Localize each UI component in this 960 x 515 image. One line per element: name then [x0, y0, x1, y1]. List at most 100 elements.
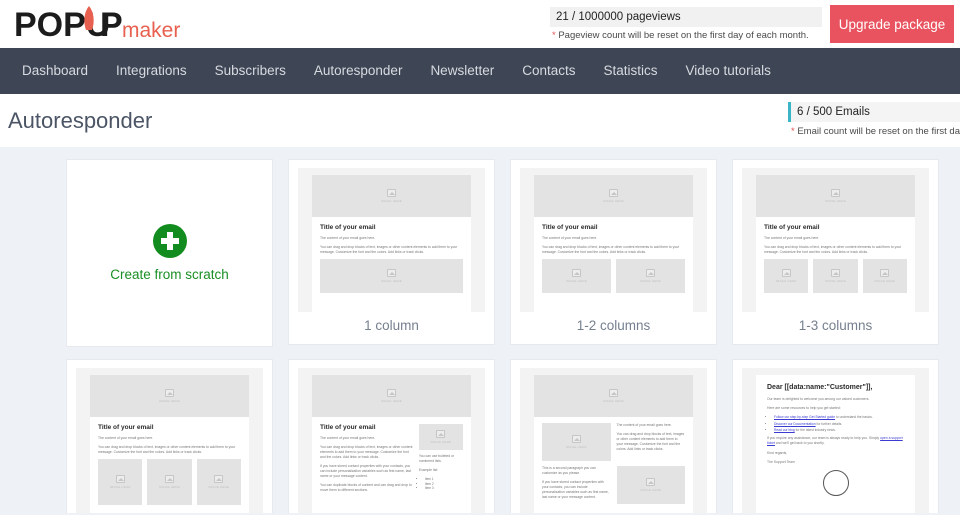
nav-item-statistics[interactable]: Statistics [590, 48, 672, 94]
image-placeholder: IMAGE HERE [862, 259, 907, 293]
thumb-frame: IMAGE HERE IMAGE HERE The content of you… [520, 368, 707, 513]
template-card-zigzag[interactable]: IMAGE HERE IMAGE HERE The content of you… [510, 359, 717, 513]
image-placeholder-label: IMAGE HERE [775, 279, 797, 283]
image-icon [165, 389, 174, 397]
template-card-one-two-columns[interactable]: IMAGE HERE Title of your email The conte… [510, 159, 717, 345]
popupmaker-logo[interactable]: POPU P maker [14, 0, 194, 48]
image-placeholder-label: IMAGE HERE [565, 445, 587, 449]
template-card-one-column[interactable]: IMAGE HERE Title of your email The conte… [288, 159, 495, 345]
email-count: 6 / 500 Emails [788, 102, 960, 122]
image-placeholder-label: IMAGE HERE [603, 199, 624, 203]
letter-greeting: Dear [[data:name:"Customer"]], [767, 384, 873, 391]
create-from-scratch-card[interactable]: Create from scratch [66, 159, 273, 347]
image-icon [781, 269, 791, 277]
image-placeholder: IMAGE HERE [320, 259, 463, 293]
image-placeholder-label: IMAGE HERE [109, 485, 131, 489]
pageview-note: * Pageview count will be reset on the fi… [550, 30, 822, 41]
letter-resource-list: Follow our step-by-step Get Started guid… [767, 415, 904, 433]
image-icon [646, 269, 655, 277]
thumb-frame: IMAGE HERE Title of your email The conte… [298, 168, 485, 312]
thumb-body: Title of your email The content of your … [90, 417, 249, 505]
zigzag-row: IMAGE HERE The content of your email goe… [542, 423, 685, 461]
template-thumbnail-sidebar-list: IMAGE HERE Title of your email The conte… [289, 360, 494, 513]
thumb-columns: IMAGE HERE IMAGE HERE IMAGE HERE [98, 459, 241, 505]
template-email-title: Title of your email [98, 424, 154, 431]
svg-text:maker: maker [122, 19, 180, 42]
pageview-count: 21 / 1000000 pageviews [550, 7, 822, 27]
image-placeholder-label: IMAGE HERE [640, 488, 662, 492]
main-navigation: Dashboard Integrations Subscribers Autor… [0, 48, 960, 94]
template-gallery: Create from scratch IMAGE HERE Title of … [0, 147, 960, 513]
list-item-rest: to understand the basics. [835, 415, 873, 419]
list-item: Discover our Documentation for further d… [774, 422, 904, 427]
image-placeholder: IMAGE HERE [534, 375, 693, 417]
template-paragraph-1: The content of your email goes here. [542, 236, 598, 240]
template-card-one-three-columns[interactable]: IMAGE HERE Title of your email The conte… [732, 159, 939, 345]
template-email-title: Title of your email [542, 224, 598, 231]
letter-signoff: Kind regards, [767, 451, 788, 455]
documentation-link[interactable]: Discover our Documentation [774, 422, 816, 426]
svg-text:POPU: POPU [14, 6, 110, 44]
image-placeholder-label: IMAGE HERE [159, 485, 180, 489]
nav-item-subscribers[interactable]: Subscribers [201, 48, 300, 94]
list-item: Follow our step-by-step Get Started guid… [774, 415, 904, 420]
image-placeholder: IMAGE HERE [147, 459, 192, 505]
template-side-list: Item 1 Item 2 Item 3 [419, 477, 463, 491]
letter-body: Dear [[data:name:"Customer"]], Our team … [756, 375, 915, 496]
image-placeholder-label: IMAGE HERE [430, 440, 452, 444]
image-placeholder: IMAGE HERE [616, 259, 685, 293]
nav-item-autoresponder[interactable]: Autoresponder [300, 48, 417, 94]
image-placeholder: IMAGE HERE [542, 259, 611, 293]
template-card-one-three-columns-b[interactable]: IMAGE HERE Title of your email The conte… [66, 359, 273, 513]
template-paragraph-1: The content of your email goes here. [764, 236, 820, 240]
image-placeholder: IMAGE HERE [542, 423, 611, 461]
template-paragraph-1: The content of your email goes here. [98, 436, 154, 440]
create-from-scratch-inner: Create from scratch [67, 160, 272, 346]
nav-item-integrations[interactable]: Integrations [102, 48, 201, 94]
thumb-inner: IMAGE HERE Title of your email The conte… [312, 375, 471, 513]
letter-paragraph-1: Our team is delighted to welcome you amo… [767, 397, 870, 401]
template-card-sidebar-list[interactable]: IMAGE HERE Title of your email The conte… [288, 359, 495, 513]
image-placeholder-label: IMAGE HERE [640, 279, 661, 283]
image-icon [880, 269, 890, 277]
pageview-quota: 21 / 1000000 pageviews * Pageview count … [540, 0, 830, 48]
thumb-columns: IMAGE HERE IMAGE HERE IMAGE HERE [764, 259, 907, 293]
image-placeholder-label: IMAGE HERE [825, 279, 846, 283]
upgrade-package-button[interactable]: Upgrade package [830, 5, 954, 43]
image-icon [609, 389, 618, 397]
image-icon [436, 430, 446, 438]
nav-item-video-tutorials[interactable]: Video tutorials [672, 48, 785, 94]
template-thumbnail-one-two-columns: IMAGE HERE Title of your email The conte… [511, 160, 716, 312]
template-paragraph-2: You can drag and drop blocks of text, im… [320, 445, 413, 459]
image-icon [646, 478, 656, 486]
logo-svg: POPU P maker [14, 6, 180, 44]
nav-item-dashboard[interactable]: Dashboard [8, 48, 102, 94]
template-paragraph-1: The content of your email goes here. [320, 236, 376, 240]
image-placeholder: IMAGE HERE [616, 466, 685, 504]
image-placeholder-label: IMAGE HERE [381, 399, 402, 403]
image-icon [831, 189, 840, 197]
template-paragraph-1: The content of your email goes here. [320, 436, 376, 440]
template-card-welcome-letter[interactable]: Dear [[data:name:"Customer"]], Our team … [732, 359, 939, 513]
thumb-frame: IMAGE HERE Title of your email The conte… [520, 168, 707, 312]
template-paragraph-4: You can duplicate blocks of content and … [320, 483, 412, 492]
nav-item-newsletter[interactable]: Newsletter [416, 48, 508, 94]
template-paragraph-2: You can drag and drop blocks of text, im… [764, 245, 902, 254]
image-placeholder-label: IMAGE HERE [603, 399, 624, 403]
top-bar-right: 21 / 1000000 pageviews * Pageview count … [540, 0, 960, 48]
create-from-scratch-label: Create from scratch [110, 267, 229, 282]
letter-signature: The Support Team [767, 460, 795, 464]
plus-circle-icon [152, 224, 187, 258]
nav-item-contacts[interactable]: Contacts [508, 48, 589, 94]
template-label-one-two-columns: 1-2 columns [576, 318, 651, 333]
thumb-frame: IMAGE HERE Title of your email The conte… [76, 368, 263, 513]
image-placeholder: IMAGE HERE [312, 375, 471, 417]
get-started-guide-link[interactable]: Follow our step-by-step Get Started guid… [774, 415, 835, 419]
image-icon [571, 435, 581, 443]
blog-link[interactable]: Read our blog [774, 428, 795, 432]
image-placeholder-label: IMAGE HERE [874, 279, 896, 283]
list-item: Read our blog for the latest industry ne… [774, 428, 904, 433]
image-icon [115, 475, 125, 483]
template-thumbnail-one-three-columns-b: IMAGE HERE Title of your email The conte… [67, 360, 272, 513]
image-placeholder: IMAGE HERE [312, 175, 471, 217]
